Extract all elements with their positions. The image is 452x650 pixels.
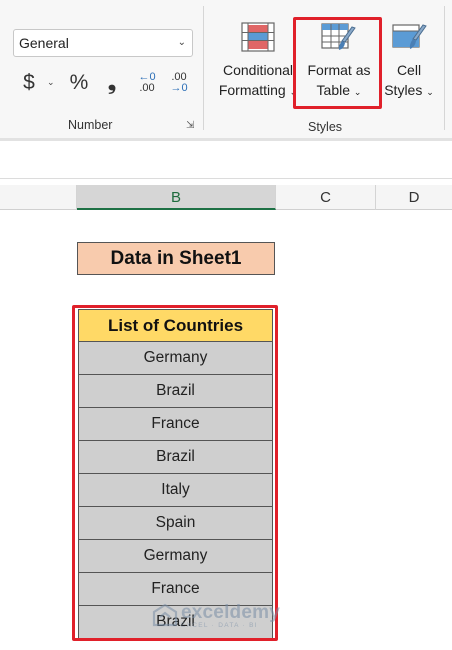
accounting-dropdown-chevron-icon[interactable]: ⌄ (47, 77, 55, 88)
conditional-formatting-label-1: Conditional (222, 62, 294, 78)
chevron-down-icon: ⌄ (426, 87, 434, 97)
format-as-table-highlight (293, 17, 382, 109)
column-header-c[interactable]: C (276, 185, 376, 210)
percent-style-button[interactable]: % (66, 68, 92, 98)
column-header-b[interactable]: B (77, 185, 276, 210)
table-highlight-frame (72, 305, 278, 641)
dialog-launcher-icon[interactable]: ⇲ (186, 120, 194, 131)
column-header-d[interactable]: D (376, 185, 452, 210)
ribbon: General ⌄ $ ⌄ % ❟ ←0 .00 .00 →0 Number ⇲ (0, 0, 452, 140)
cell-styles-label-1: Cell (396, 62, 422, 78)
exceldemy-logo-icon (152, 603, 178, 627)
decrease-decimal-icon-bottom: →0 (170, 82, 188, 94)
column-header-row: B C D (0, 185, 452, 210)
cell-styles-label-2: Styles (384, 82, 423, 98)
group-separator (203, 6, 204, 130)
watermark-tagline: EXCEL · DATA · BI (181, 621, 258, 629)
number-format-value: General (19, 35, 69, 51)
title-cell[interactable]: Data in Sheet1 (77, 242, 275, 275)
conditional-formatting-button[interactable]: Conditional Formatting ⌄ (214, 22, 302, 102)
chevron-down-icon: ⌄ (177, 37, 186, 48)
column-header-a-partial[interactable] (0, 185, 77, 210)
formula-bar-area (0, 141, 452, 179)
conditional-formatting-icon (241, 22, 275, 52)
cell-styles-button[interactable]: Cell Styles ⌄ (381, 22, 437, 102)
comma-icon: ❟ (107, 71, 117, 94)
cell-styles-icon (392, 24, 427, 49)
exceldemy-watermark: exceldemy EXCEL · DATA · BI (152, 603, 280, 629)
watermark-name: exceldemy (181, 601, 280, 623)
number-group-label: Number (68, 118, 113, 132)
styles-group-label: Styles (308, 120, 343, 134)
group-separator (444, 6, 445, 130)
percent-icon: % (69, 71, 89, 94)
number-format-dropdown[interactable]: General ⌄ (13, 29, 193, 57)
comma-style-button[interactable]: ❟ (103, 68, 121, 98)
accounting-format-button[interactable]: $ (18, 68, 40, 98)
increase-decimal-icon-bottom: .00 (139, 82, 155, 94)
conditional-formatting-label-2: Formatting (218, 82, 286, 98)
dollar-icon: $ (23, 71, 35, 94)
decrease-decimal-button[interactable]: .00 →0 (166, 68, 192, 98)
increase-decimal-button[interactable]: ←0 .00 (134, 68, 160, 98)
